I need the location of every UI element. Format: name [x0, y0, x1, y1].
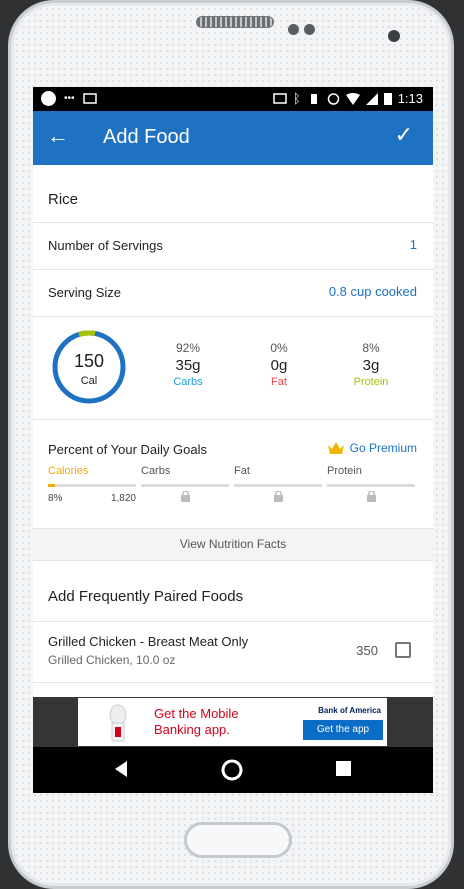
llama-mascot-icon — [109, 704, 127, 742]
calorie-ring: 150 Cal — [51, 329, 127, 405]
goal-percent: 8% — [48, 493, 63, 504]
macro-percent: 8% — [362, 341, 380, 355]
macro-grams: 35g — [175, 357, 201, 374]
goal-progress-fill — [48, 484, 56, 487]
vibrate-icon — [310, 93, 317, 104]
food-name: Rice — [48, 191, 79, 208]
back-arrow-icon[interactable]: ← — [47, 123, 69, 149]
calories-value: 150 — [73, 351, 105, 371]
ad-cta-button[interactable]: Get the app — [303, 720, 383, 740]
cast-icon — [82, 92, 97, 104]
calories-unit: Cal — [80, 375, 98, 387]
goal-progress-bar — [141, 484, 229, 487]
main-content: Rice Number of Servings 1 Serving Size 0… — [33, 165, 433, 683]
notification-icon — [41, 91, 56, 106]
status-time: 1:13 — [397, 91, 423, 106]
screen: ••• ᛒ 1:13 ← Add Food ✓ Rice Number of S… — [33, 87, 433, 793]
goal-protein: Protein — [327, 465, 415, 502]
goal-label: Fat — [234, 465, 250, 477]
speaker-grille — [196, 16, 274, 28]
ad-content[interactable]: Get the Mobile Banking app. Bank of Amer… — [78, 698, 387, 746]
bluetooth-icon: ᛒ — [292, 91, 301, 106]
paired-foods-title: Add Frequently Paired Foods — [48, 588, 244, 605]
ad-brand: Bank of America — [318, 706, 381, 715]
nav-back-icon[interactable] — [113, 760, 129, 778]
goal-progress-bar — [327, 484, 415, 487]
wifi-icon — [345, 92, 360, 105]
check-icon[interactable]: ✓ — [395, 122, 413, 148]
macro-percent: 0% — [270, 341, 288, 355]
paired-foods-header: Add Frequently Paired Foods — [33, 561, 433, 622]
serving-size-label: Serving Size — [48, 285, 121, 300]
lock-icon — [273, 491, 283, 502]
serving-size-row[interactable]: Serving Size 0.8 cup cooked — [33, 270, 433, 317]
page-title: Add Food — [103, 126, 190, 148]
checkbox-icon[interactable] — [395, 642, 411, 658]
servings-row[interactable]: Number of Servings 1 — [33, 223, 433, 270]
paired-food-name: Grilled Chicken - Breast Meat Only — [48, 634, 249, 649]
food-name-row: Rice — [33, 165, 433, 223]
daily-goals-title: Percent of Your Daily Goals — [48, 442, 207, 457]
macro-percent: 92% — [175, 341, 201, 355]
goal-label: Protein — [327, 465, 362, 477]
signal-icon — [365, 92, 378, 105]
goal-carbs: Carbs — [141, 465, 229, 502]
goal-fat: Fat — [234, 465, 322, 502]
nav-home-icon[interactable] — [220, 758, 244, 782]
ad-text: Get the Mobile Banking app. — [154, 706, 239, 738]
go-premium-link[interactable]: Go Premium — [327, 441, 417, 455]
ad-line-1: Get the Mobile — [154, 706, 239, 721]
ad-banner[interactable]: Get the Mobile Banking app. Bank of Amer… — [33, 697, 433, 747]
goal-label: Calories — [48, 465, 89, 477]
more-dots-icon: ••• — [64, 93, 75, 104]
macro-name: Fat — [271, 376, 287, 388]
cast-icon — [273, 92, 287, 104]
sensor-dot — [304, 24, 315, 35]
android-nav-bar — [33, 747, 433, 793]
goal-progress-bar — [48, 484, 136, 487]
goal-label: Carbs — [141, 465, 171, 477]
goal-total: 1,820 — [110, 493, 136, 504]
sensor-dot — [288, 24, 299, 35]
macro-carbs: 92% 35g Carbs — [158, 341, 218, 388]
hardware-home-button[interactable] — [184, 822, 292, 858]
alarm-icon — [327, 93, 339, 105]
front-camera — [388, 30, 400, 42]
crown-icon — [327, 442, 344, 454]
goal-calories: Calories 8% 1,820 — [48, 465, 136, 504]
daily-goals-section: Percent of Your Daily Goals Go Premium C… — [33, 420, 433, 529]
view-nutrition-facts-button[interactable]: View Nutrition Facts — [33, 529, 433, 561]
goal-progress-bar — [234, 484, 322, 487]
ad-line-2: Banking app. — [154, 722, 230, 737]
macro-name: Carbs — [173, 376, 203, 388]
battery-icon — [383, 93, 392, 105]
app-bar: ← Add Food ✓ — [33, 111, 433, 165]
lock-icon — [366, 491, 376, 502]
paired-food-subtitle: Grilled Chicken, 10.0 oz — [48, 653, 176, 667]
macro-grams: 3g — [362, 357, 380, 374]
macro-summary: 150 Cal 92% 35g Carbs 0% 0g Fat 8% 3g Pr… — [33, 317, 433, 420]
go-premium-label: Go Premium — [349, 441, 417, 455]
nav-recents-icon[interactable] — [336, 761, 351, 776]
macro-fat: 0% 0g Fat — [249, 341, 309, 388]
serving-size-value[interactable]: 0.8 cup cooked — [329, 284, 417, 299]
status-bar: ••• ᛒ 1:13 — [33, 87, 433, 111]
paired-food-calories: 350 — [356, 643, 378, 658]
macro-grams: 0g — [270, 357, 288, 374]
macro-name: Protein — [353, 376, 389, 388]
list-item[interactable]: Grilled Chicken - Breast Meat Only Grill… — [33, 622, 433, 683]
macro-protein: 8% 3g Protein — [341, 341, 401, 388]
servings-value[interactable]: 1 — [410, 237, 417, 252]
servings-label: Number of Servings — [48, 238, 163, 253]
lock-icon — [180, 491, 190, 502]
